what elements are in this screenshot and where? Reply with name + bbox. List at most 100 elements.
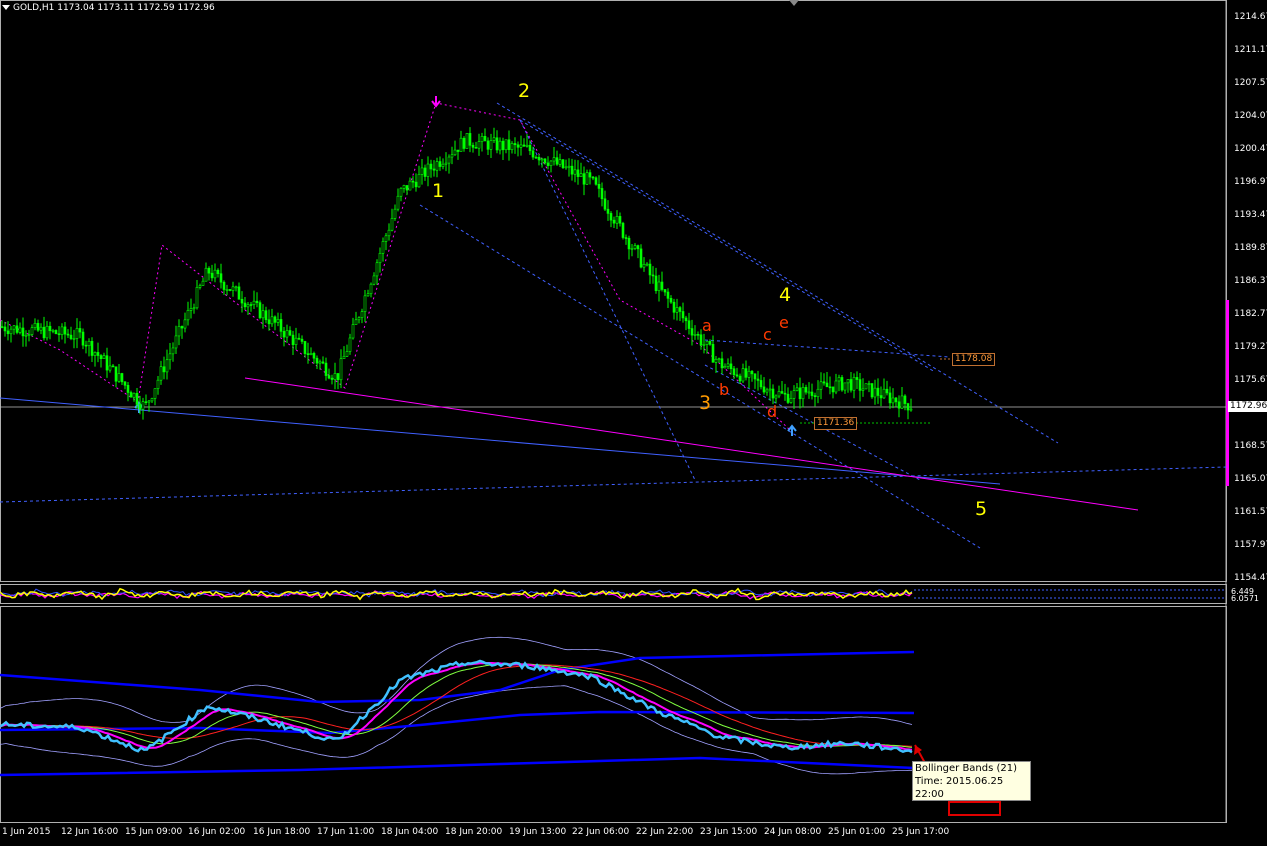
candle-body xyxy=(417,173,421,188)
candle-body xyxy=(876,387,880,396)
candle-body xyxy=(57,333,61,336)
candle-body xyxy=(669,298,673,303)
candle-body xyxy=(60,326,64,335)
time-tick: 12 Jun 16:00 xyxy=(61,827,119,837)
candle-body xyxy=(33,323,37,328)
range-bar xyxy=(1226,300,1229,486)
bollinger-tooltip: Bollinger Bands (21) Time: 2015.06.25 22… xyxy=(912,761,1031,816)
candle-body xyxy=(729,363,733,370)
candle-body xyxy=(447,156,451,164)
candle-body xyxy=(624,237,628,239)
candle-body xyxy=(438,161,442,167)
dropdown-icon[interactable] xyxy=(2,5,10,10)
candle-body xyxy=(501,140,505,151)
candle-body xyxy=(597,184,601,189)
candle-body xyxy=(792,390,796,399)
candle-body xyxy=(312,353,316,359)
candle-body xyxy=(627,237,631,250)
candle-body xyxy=(66,333,70,336)
triangle-top-line xyxy=(704,339,951,358)
candle-body xyxy=(141,401,145,410)
candle-body xyxy=(255,300,259,303)
candle-body xyxy=(429,163,433,170)
candle-body xyxy=(444,162,448,165)
candle-body xyxy=(687,320,691,329)
candle-body xyxy=(642,264,646,268)
candle-body xyxy=(633,245,637,249)
candle-body xyxy=(723,366,727,369)
candle-body xyxy=(222,281,226,290)
candle-body xyxy=(543,158,547,164)
wave-label-1: 1 xyxy=(432,180,445,202)
candle-body xyxy=(102,355,106,360)
candle-body xyxy=(18,327,22,333)
candle-body xyxy=(666,291,670,299)
candle-body xyxy=(780,391,784,394)
candlesticks xyxy=(0,127,913,420)
candle-body xyxy=(579,173,583,177)
candle-body xyxy=(414,181,418,188)
candle-body xyxy=(588,172,592,178)
candle-body xyxy=(768,388,772,391)
candle-body xyxy=(393,208,397,219)
candle-body xyxy=(93,352,97,356)
candle-body xyxy=(603,198,607,210)
price-tick: 1214.67 xyxy=(1234,12,1267,22)
chart-shift-marker[interactable] xyxy=(789,0,799,6)
candle-body xyxy=(648,263,652,276)
time-tick: 16 Jun 18:00 xyxy=(253,827,311,837)
candle-body xyxy=(657,281,661,291)
candle-body xyxy=(477,141,481,149)
candle-body xyxy=(309,353,313,356)
candle-body xyxy=(732,368,736,376)
price-tick: 1157.97 xyxy=(1234,540,1267,550)
candle-body xyxy=(537,156,541,161)
candle-body xyxy=(366,293,370,297)
candle-body xyxy=(168,353,172,361)
candle-body xyxy=(711,344,715,363)
candle-body xyxy=(276,319,280,323)
tooltip-value-label: Value: xyxy=(915,803,946,814)
candle-body xyxy=(675,307,679,313)
price-tick: 1207.57 xyxy=(1234,78,1267,88)
candle-body xyxy=(402,185,406,189)
candle-body xyxy=(294,337,298,345)
ma-slow xyxy=(0,664,913,747)
candle-body xyxy=(828,386,832,389)
time-tick: 17 Jun 11:00 xyxy=(317,827,375,837)
candle-body xyxy=(807,391,811,394)
candle-body xyxy=(186,310,190,321)
price-tick: 1186.37 xyxy=(1234,276,1267,286)
time-tick: 19 Jun 13:00 xyxy=(509,827,567,837)
candle-body xyxy=(279,319,283,332)
candle-body xyxy=(489,140,493,150)
candle-body xyxy=(219,273,223,283)
candle-body xyxy=(720,358,724,369)
candle-body xyxy=(81,331,85,346)
candle-body xyxy=(321,361,325,364)
candle-body xyxy=(351,324,355,339)
candle-body xyxy=(27,334,31,336)
candle-body xyxy=(357,317,361,321)
candle-body xyxy=(564,166,568,169)
time-tick: 22 Jun 06:00 xyxy=(572,827,630,837)
price-tick: 1193.47 xyxy=(1234,210,1267,220)
candle-body xyxy=(327,375,331,379)
time-tick: 25 Jun 17:00 xyxy=(892,827,950,837)
candle-body xyxy=(756,378,760,381)
price-tick: 1161.57 xyxy=(1234,507,1267,517)
candle-body xyxy=(801,387,805,400)
candle-body xyxy=(282,331,286,338)
candle-body xyxy=(174,335,178,349)
candle-body xyxy=(156,379,160,389)
candle-body xyxy=(42,326,46,339)
candle-body xyxy=(870,383,874,398)
candle-body xyxy=(24,334,28,337)
candle-body xyxy=(123,381,127,386)
candle-body xyxy=(135,393,139,405)
candle-body xyxy=(612,219,616,224)
bollinger-panel xyxy=(0,636,915,777)
candle-body xyxy=(834,380,838,393)
candle-body xyxy=(654,275,658,291)
candle-body xyxy=(99,355,103,360)
